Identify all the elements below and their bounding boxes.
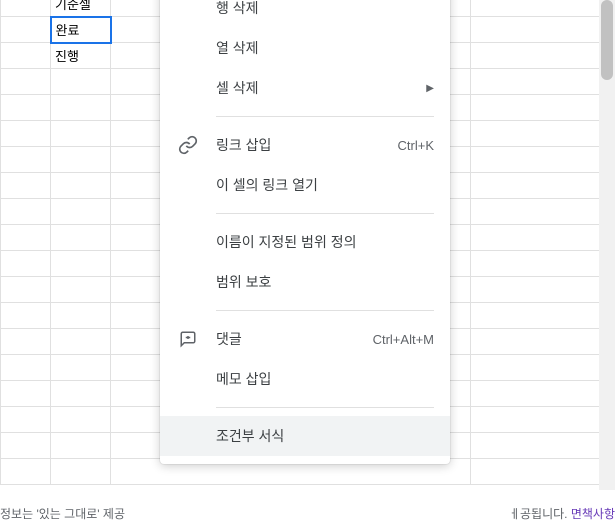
cell[interactable] xyxy=(51,355,111,381)
row-header[interactable] xyxy=(1,225,51,251)
cell[interactable] xyxy=(51,199,111,225)
menu-divider xyxy=(216,213,434,214)
cell[interactable] xyxy=(51,173,111,199)
cell[interactable] xyxy=(471,251,600,277)
menu-item-open-link[interactable]: 이 셀의 링크 열기 xyxy=(160,165,450,205)
row-header[interactable] xyxy=(1,355,51,381)
menu-label: 링크 삽입 xyxy=(216,135,382,155)
cell[interactable] xyxy=(471,121,600,147)
menu-label: 행 삭제 xyxy=(216,0,434,18)
cell[interactable] xyxy=(51,381,111,407)
row-header[interactable] xyxy=(1,329,51,355)
cell[interactable] xyxy=(471,95,600,121)
row-header[interactable] xyxy=(1,199,51,225)
menu-label: 범위 보호 xyxy=(216,272,434,292)
link-icon xyxy=(176,133,200,157)
row-header[interactable] xyxy=(1,121,51,147)
menu-divider xyxy=(216,310,434,311)
cell[interactable] xyxy=(51,303,111,329)
cell[interactable] xyxy=(51,459,111,485)
menu-divider xyxy=(216,116,434,117)
row-header[interactable] xyxy=(1,173,51,199)
right-grid-column xyxy=(470,0,600,485)
cell[interactable] xyxy=(51,407,111,433)
menu-shortcut: Ctrl+K xyxy=(398,138,434,153)
row-header[interactable] xyxy=(1,95,51,121)
cell[interactable] xyxy=(51,251,111,277)
selected-cell[interactable]: 완료 xyxy=(51,17,111,43)
menu-label: 댓글 xyxy=(216,329,357,349)
menu-label: 열 삭제 xyxy=(216,38,434,58)
cell[interactable] xyxy=(471,407,600,433)
menu-label: 이름이 지정된 범위 정의 xyxy=(216,232,434,252)
submenu-arrow-icon: ▶ xyxy=(426,83,434,94)
cell[interactable] xyxy=(51,147,111,173)
cell[interactable] xyxy=(471,173,600,199)
row-header[interactable] xyxy=(1,303,51,329)
menu-label: 이 셀의 링크 열기 xyxy=(216,175,434,195)
cell[interactable] xyxy=(471,17,600,43)
footer-right-text: ㅔ공됩니다. 면책사항 xyxy=(509,505,615,522)
cell[interactable] xyxy=(471,381,600,407)
row-header[interactable] xyxy=(1,381,51,407)
scrollbar-thumb[interactable] xyxy=(601,0,613,80)
menu-shortcut: Ctrl+Alt+M xyxy=(373,332,434,347)
comment-icon xyxy=(176,327,200,351)
cell[interactable]: 기준셀 xyxy=(51,0,111,17)
menu-item-delete-cell[interactable]: 셀 삭제 ▶ xyxy=(160,68,450,108)
row-header[interactable] xyxy=(1,69,51,95)
menu-item-comment[interactable]: 댓글 Ctrl+Alt+M xyxy=(160,319,450,359)
menu-item-delete-row[interactable]: 행 삭제 xyxy=(160,0,450,28)
menu-item-insert-note[interactable]: 메모 삽입 xyxy=(160,359,450,399)
row-header[interactable] xyxy=(1,277,51,303)
menu-label: 조건부 서식 xyxy=(216,426,434,446)
row-header[interactable] xyxy=(1,0,51,17)
menu-item-insert-link[interactable]: 링크 삽입 Ctrl+K xyxy=(160,125,450,165)
menu-divider xyxy=(216,407,434,408)
menu-item-delete-col[interactable]: 열 삭제 xyxy=(160,28,450,68)
cell[interactable] xyxy=(51,277,111,303)
cell[interactable] xyxy=(51,95,111,121)
cell[interactable] xyxy=(51,121,111,147)
row-header[interactable] xyxy=(1,459,51,485)
row-header[interactable] xyxy=(1,17,51,43)
cell[interactable] xyxy=(471,0,600,17)
cell[interactable] xyxy=(471,69,600,95)
menu-item-conditional-format[interactable]: 조건부 서식 xyxy=(160,416,450,456)
menu-label: 셀 삭제 xyxy=(216,78,410,98)
context-menu: 행 삭제 열 삭제 셀 삭제 ▶ 링크 삽입 Ctrl+K 이 셀의 링크 열기… xyxy=(160,0,450,464)
cell[interactable] xyxy=(471,303,600,329)
cell[interactable]: 진행 xyxy=(51,43,111,69)
cell[interactable] xyxy=(471,199,600,225)
cell[interactable] xyxy=(471,329,600,355)
footer-left-text: 정보는 '있는 그대로' 제공 xyxy=(0,505,125,522)
cell[interactable] xyxy=(51,329,111,355)
cell[interactable] xyxy=(471,459,600,485)
vertical-scrollbar[interactable] xyxy=(599,0,615,490)
cell[interactable] xyxy=(51,433,111,459)
row-header[interactable] xyxy=(1,251,51,277)
menu-item-protect-range[interactable]: 범위 보호 xyxy=(160,262,450,302)
cell[interactable] xyxy=(51,69,111,95)
cell[interactable] xyxy=(51,225,111,251)
menu-label: 메모 삽입 xyxy=(216,369,434,389)
row-header[interactable] xyxy=(1,147,51,173)
row-header[interactable] xyxy=(1,433,51,459)
cell[interactable] xyxy=(471,43,600,69)
disclaimer-link[interactable]: 면책사항 xyxy=(571,507,615,521)
menu-item-define-named-range[interactable]: 이름이 지정된 범위 정의 xyxy=(160,222,450,262)
cell[interactable] xyxy=(471,355,600,381)
cell[interactable] xyxy=(471,277,600,303)
cell[interactable] xyxy=(471,147,600,173)
row-header[interactable] xyxy=(1,43,51,69)
cell[interactable] xyxy=(471,225,600,251)
row-header[interactable] xyxy=(1,407,51,433)
cell[interactable] xyxy=(471,433,600,459)
